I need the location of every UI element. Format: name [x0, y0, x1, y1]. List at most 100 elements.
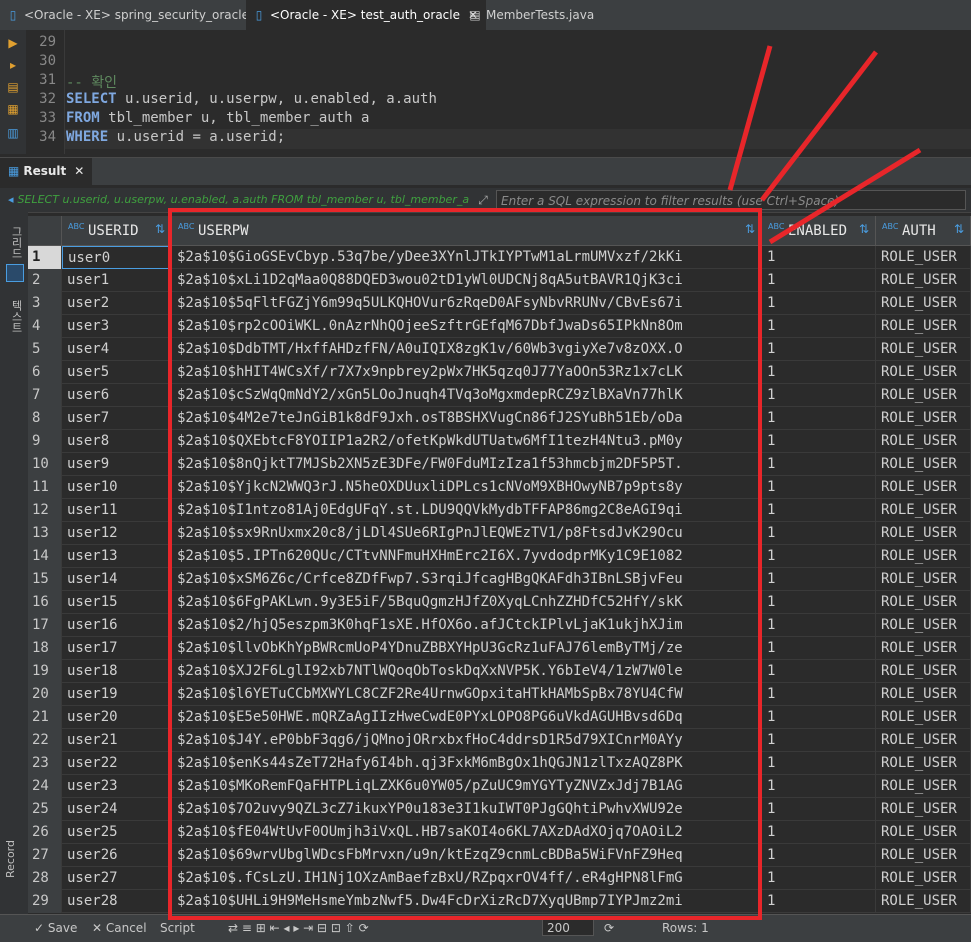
table-row[interactable]: 10 user9 $2a$10$8nQjktT7MJSb2XN5zE3DFe/FW0… [28, 453, 971, 476]
cell-userpw[interactable]: $2a$10$hHIT4WCsXf/r7X7x9npbrey2pWx7HK5qz… [172, 361, 762, 384]
cell-userpw[interactable]: $2a$10$4M2e7teJnGiB1k8dF9Jxh.osT8BSHXVug… [172, 407, 762, 430]
cell-userpw[interactable]: $2a$10$UHLi9H9MeHsmeYmbzNwf5.Dw4FcDrXizR… [172, 890, 762, 913]
cell-enabled[interactable]: 1 [762, 660, 876, 683]
table-row[interactable]: 29 user28 $2a$10$UHLi9H9MeHsmeYmbzNwf5.Dw4… [28, 890, 971, 913]
cell-enabled[interactable]: 1 [762, 292, 876, 315]
row-number[interactable]: 25 [28, 798, 62, 821]
row-number[interactable]: 11 [28, 476, 62, 499]
grid-icon[interactable] [6, 264, 24, 282]
cell-userid[interactable]: user18 [62, 660, 172, 683]
cell-enabled[interactable]: 1 [762, 683, 876, 706]
cell-enabled[interactable]: 1 [762, 591, 876, 614]
cell-auth[interactable]: ROLE_USER [876, 522, 971, 545]
table-row[interactable]: 3 user2 $2a$10$5qFltFGZjY6m99q5ULKQHOVur6z… [28, 292, 971, 315]
table-row[interactable]: 8 user7 $2a$10$4M2e7teJnGiB1k8dF9Jxh.osT8B… [28, 407, 971, 430]
cell-userpw[interactable]: $2a$10$cSzWqQmNdY2/xGn5LOoJnuqh4TVq3oMgx… [172, 384, 762, 407]
navigation-icons[interactable]: ⇄ ≡ ⊞ ⇤ ◂ ▸ ⇥ ⊟ ⊡ ⇧ ⟳ [228, 919, 369, 937]
cell-auth[interactable]: ROLE_USER [876, 706, 971, 729]
cell-auth[interactable]: ROLE_USER [876, 453, 971, 476]
cell-auth[interactable]: ROLE_USER [876, 775, 971, 798]
cell-userpw[interactable]: $2a$10$xLi1D2qMaa0Q88DQED3wou02tD1yWl0UD… [172, 269, 762, 292]
cell-userpw[interactable]: $2a$10$GioGSEvCbyp.53q7be/yDee3XYnlJTkIY… [172, 246, 762, 269]
cell-userpw[interactable]: $2a$10$xSM6Z6c/Crfce8ZDfFwp7.S3rqiJfcagH… [172, 568, 762, 591]
cell-userpw[interactable]: $2a$10$.fCsLzU.IH1Nj1OXzAmBaefzBxU/RZpqx… [172, 867, 762, 890]
cell-userid[interactable]: user21 [62, 729, 172, 752]
row-number[interactable]: 5 [28, 338, 62, 361]
table-row[interactable]: 22 user21 $2a$10$J4Y.eP0bbF3qg6/jQMnojORrx… [28, 729, 971, 752]
cell-enabled[interactable]: 1 [762, 890, 876, 913]
cell-userid[interactable]: user25 [62, 821, 172, 844]
cell-userid[interactable]: user7 [62, 407, 172, 430]
row-number[interactable]: 4 [28, 315, 62, 338]
cell-userpw[interactable]: $2a$10$5.IPTn620QUc/CTtvNNFmuHXHmErc2I6X… [172, 545, 762, 568]
cell-userid[interactable]: user5 [62, 361, 172, 384]
cell-userid[interactable]: user2 [62, 292, 172, 315]
row-number[interactable]: 14 [28, 545, 62, 568]
cell-userid[interactable]: user23 [62, 775, 172, 798]
cell-enabled[interactable]: 1 [762, 821, 876, 844]
cell-auth[interactable]: ROLE_USER [876, 545, 971, 568]
row-number[interactable]: 10 [28, 453, 62, 476]
cell-enabled[interactable]: 1 [762, 361, 876, 384]
cell-auth[interactable]: ROLE_USER [876, 338, 971, 361]
cell-enabled[interactable]: 1 [762, 499, 876, 522]
table-row[interactable]: 18 user17 $2a$10$llvObKhYpBWRcmUoP4YDnuZBB… [28, 637, 971, 660]
cell-userpw[interactable]: $2a$10$69wrvUbglWDcsFbMrvxn/u9n/ktEzqZ9c… [172, 844, 762, 867]
cell-enabled[interactable]: 1 [762, 729, 876, 752]
table-row[interactable]: 7 user6 $2a$10$cSzWqQmNdY2/xGn5LOoJnuqh4TV… [28, 384, 971, 407]
row-number[interactable]: 26 [28, 821, 62, 844]
cell-userpw[interactable]: $2a$10$QXEbtcF8YOIIP1a2R2/ofetKpWkdUTUat… [172, 430, 762, 453]
row-number[interactable]: 28 [28, 867, 62, 890]
cell-userid[interactable]: user14 [62, 568, 172, 591]
cell-auth[interactable]: ROLE_USER [876, 384, 971, 407]
cell-userpw[interactable]: $2a$10$l6YETuCCbMXWYLC8CZF2Re4UrnwGOpxit… [172, 683, 762, 706]
cell-userpw[interactable]: $2a$10$enKs44sZeT72Hafy6I4bh.qj3FxkM6mBg… [172, 752, 762, 775]
row-number[interactable]: 1 [28, 246, 62, 269]
cell-enabled[interactable]: 1 [762, 637, 876, 660]
cell-userpw[interactable]: $2a$10$MKoRemFQaFHTPLiqLZXK6u0YW05/pZuUC… [172, 775, 762, 798]
fetch-size-input[interactable]: 200 [542, 918, 594, 936]
table-row[interactable]: 2 user1 $2a$10$xLi1D2qMaa0Q88DQED3wou02tD1… [28, 269, 971, 292]
cell-enabled[interactable]: 1 [762, 522, 876, 545]
cell-auth[interactable]: ROLE_USER [876, 246, 971, 269]
cell-userid[interactable]: user17 [62, 637, 172, 660]
cell-userid[interactable]: user9 [62, 453, 172, 476]
cell-enabled[interactable]: 1 [762, 798, 876, 821]
cell-auth[interactable]: ROLE_USER [876, 614, 971, 637]
cell-auth[interactable]: ROLE_USER [876, 568, 971, 591]
cell-userid[interactable]: user12 [62, 522, 172, 545]
cell-auth[interactable]: ROLE_USER [876, 361, 971, 384]
cell-auth[interactable]: ROLE_USER [876, 591, 971, 614]
cell-enabled[interactable]: 1 [762, 476, 876, 499]
cell-enabled[interactable]: 1 [762, 246, 876, 269]
row-number[interactable]: 15 [28, 568, 62, 591]
cell-auth[interactable]: ROLE_USER [876, 476, 971, 499]
cell-userpw[interactable]: $2a$10$J4Y.eP0bbF3qg6/jQMnojORrxbxfHoC4d… [172, 729, 762, 752]
execute-statement-icon[interactable]: ▸ [6, 58, 20, 72]
table-row[interactable]: 19 user18 $2a$10$XJ2F6LglI92xb7NTlWQoqObTo… [28, 660, 971, 683]
cell-userid[interactable]: user15 [62, 591, 172, 614]
cell-enabled[interactable]: 1 [762, 752, 876, 775]
table-row[interactable]: 13 user12 $2a$10$sx9RnUxmx20c8/jLDl4SUe6RI… [28, 522, 971, 545]
explain-plan-icon[interactable]: ▦ [6, 102, 20, 116]
sql-editor[interactable]: ▶ ▸ ▤ ▦ ▥ 29 30 31 32 33 34 -- 확인 SELECT… [0, 30, 971, 154]
table-row[interactable]: 28 user27 $2a$10$.fCsLzU.IH1Nj1OXzAmBaefzB… [28, 867, 971, 890]
cell-enabled[interactable]: 1 [762, 430, 876, 453]
tab-spring-security-oracle[interactable]: ▯ <Oracle - XE> spring_security_oracle [0, 0, 257, 30]
cell-userpw[interactable]: $2a$10$rp2cOOiWKL.0nAzrNhQOjeeSzftrGEfqM… [172, 315, 762, 338]
tab-member-tests-java[interactable]: ▤ MemberTests.java [462, 0, 602, 30]
cell-userid[interactable]: user26 [62, 844, 172, 867]
table-row[interactable]: 6 user5 $2a$10$hHIT4WCsXf/r7X7x9npbrey2pWx… [28, 361, 971, 384]
expand-icon[interactable]: ⤢ [474, 192, 492, 208]
row-number[interactable]: 3 [28, 292, 62, 315]
row-number[interactable]: 21 [28, 706, 62, 729]
column-header-enabled[interactable]: ABC ENABLED ⇅ [762, 216, 876, 246]
table-row[interactable]: 24 user23 $2a$10$MKoRemFQaFHTPLiqLZXK6u0YW… [28, 775, 971, 798]
cell-enabled[interactable]: 1 [762, 706, 876, 729]
cell-auth[interactable]: ROLE_USER [876, 660, 971, 683]
cell-userpw[interactable]: $2a$10$7O2uvy9QZL3cZ7ikuxYP0u183e3I1kuIW… [172, 798, 762, 821]
cell-auth[interactable]: ROLE_USER [876, 844, 971, 867]
row-number[interactable]: 23 [28, 752, 62, 775]
cell-userpw[interactable]: $2a$10$6FgPAKLwn.9y3E5iF/5BquQgmzHJfZ0Xy… [172, 591, 762, 614]
cell-enabled[interactable]: 1 [762, 614, 876, 637]
